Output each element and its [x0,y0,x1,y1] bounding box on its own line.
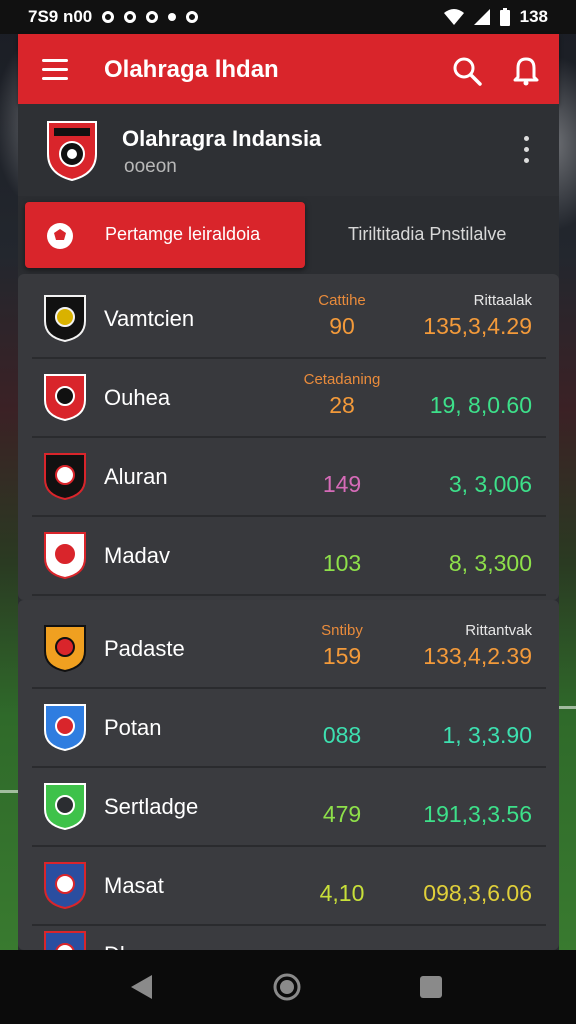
stat-value: 19, 8,0.60 [429,392,532,418]
bell-icon[interactable] [510,54,542,86]
stat-value: 103 [322,550,362,576]
more-vert-icon[interactable] [522,136,530,166]
stat-value: 098,3,6.06 [423,880,532,906]
profile-subtitle: ooeon [124,156,177,177]
notification-icon [146,11,159,23]
column-label: Rittantvak [465,622,532,639]
team-name: Madav [104,543,171,568]
pitch-line [559,706,576,709]
notification-icon [102,11,115,23]
notification-dot-icon [168,13,177,21]
team-crest-icon [44,453,86,501]
stat-value: 159 [322,643,362,669]
menu-icon[interactable] [42,59,68,80]
table-row[interactable]: Madav 103 8, 3,300 [32,515,546,596]
team-crest-icon [44,862,86,910]
notification-icon [186,11,199,23]
status-left: 7S9 n00 [28,7,199,27]
stat-value: 191,3,3.56 [423,801,532,827]
table-row[interactable]: Aluran 149 3, 3,006 [32,436,546,517]
team-crest-icon [44,625,86,673]
home-icon[interactable] [272,972,302,1002]
tab-bar: Pertamge leiraldoia Tiriltitadia Pnstila… [18,196,559,274]
status-left-text: 7S9 n00 [28,7,93,26]
stat-value: 088 [322,722,362,748]
table-row[interactable]: Ouhea Cetadaning 28 19, 8,0.60 [32,357,546,438]
stat-value: 8, 3,300 [448,550,532,576]
table-row[interactable]: Sertladge 479 191,3,3.56 [32,766,546,847]
navigation-bar [0,950,576,1024]
battery-icon [499,8,510,26]
status-bar: 7S9 n00 138 [0,0,576,34]
notification-icon [124,11,137,23]
stat-value: 90 [329,313,355,339]
stat-value: 1, 3,3.90 [442,722,532,748]
tab-statistics[interactable]: Tiriltitadia Pnstilalve [318,202,554,268]
wifi-icon [443,9,464,25]
table-row[interactable]: Potan 088 1, 3,3.90 [32,687,546,768]
team-name: Aluran [104,464,168,489]
table-row[interactable]: Vamtcien Cattihe Rittaalak 90 135,3,4.29 [32,278,546,359]
tab-label: Pertamge leiraldoia [105,224,261,244]
stat-value: 28 [329,392,355,418]
recent-apps-icon[interactable] [420,976,442,998]
app-bar: Olahraga lhdan [18,34,559,104]
team-name: Padaste [104,636,185,661]
team-crest-icon [44,295,86,343]
stat-value: 479 [322,801,362,827]
ball-icon [47,223,73,249]
team-crest-icon [44,783,86,831]
stat-value: 149 [322,471,362,497]
app-window: Olahraga lhdan Olahragra Indansia ooeon … [18,34,559,979]
signal-icon [473,9,490,25]
team-crest-icon [44,532,86,580]
clock: 138 [519,7,548,26]
team-name: Masat [104,873,164,898]
column-label: Sntiby [321,622,363,639]
pitch-line [0,790,18,793]
stat-value: 3, 3,006 [448,471,532,497]
stat-value: 4,10 [319,880,365,906]
club-crest-logo [47,121,97,182]
tab-label: Tiriltitadia Pnstilalve [348,224,507,244]
column-label: Rittaalak [473,292,532,309]
column-label: Cattihe [318,292,366,309]
tab-standings[interactable]: Pertamge leiraldoia [25,202,305,268]
back-icon[interactable] [128,973,154,1001]
team-name: Ouhea [104,385,171,410]
app-title: Olahraga lhdan [104,56,279,83]
column-label: Cetadaning [303,371,381,388]
team-name: Potan [104,715,162,740]
profile-name: Olahragra Indansia [122,126,322,151]
stat-value: 133,4,2.39 [423,643,532,669]
status-right: 138 [443,7,548,27]
team-crest-icon [44,704,86,752]
table-row[interactable]: Padaste Sntiby Rittantvak 159 133,4,2.39 [32,608,546,689]
stat-value: 135,3,4.29 [423,313,532,339]
team-name: Sertladge [104,794,199,819]
search-icon[interactable] [452,56,482,86]
team-name: Vamtcien [104,306,195,331]
profile-header: Olahragra Indansia ooeon [18,104,559,196]
team-crest-icon [44,374,86,422]
